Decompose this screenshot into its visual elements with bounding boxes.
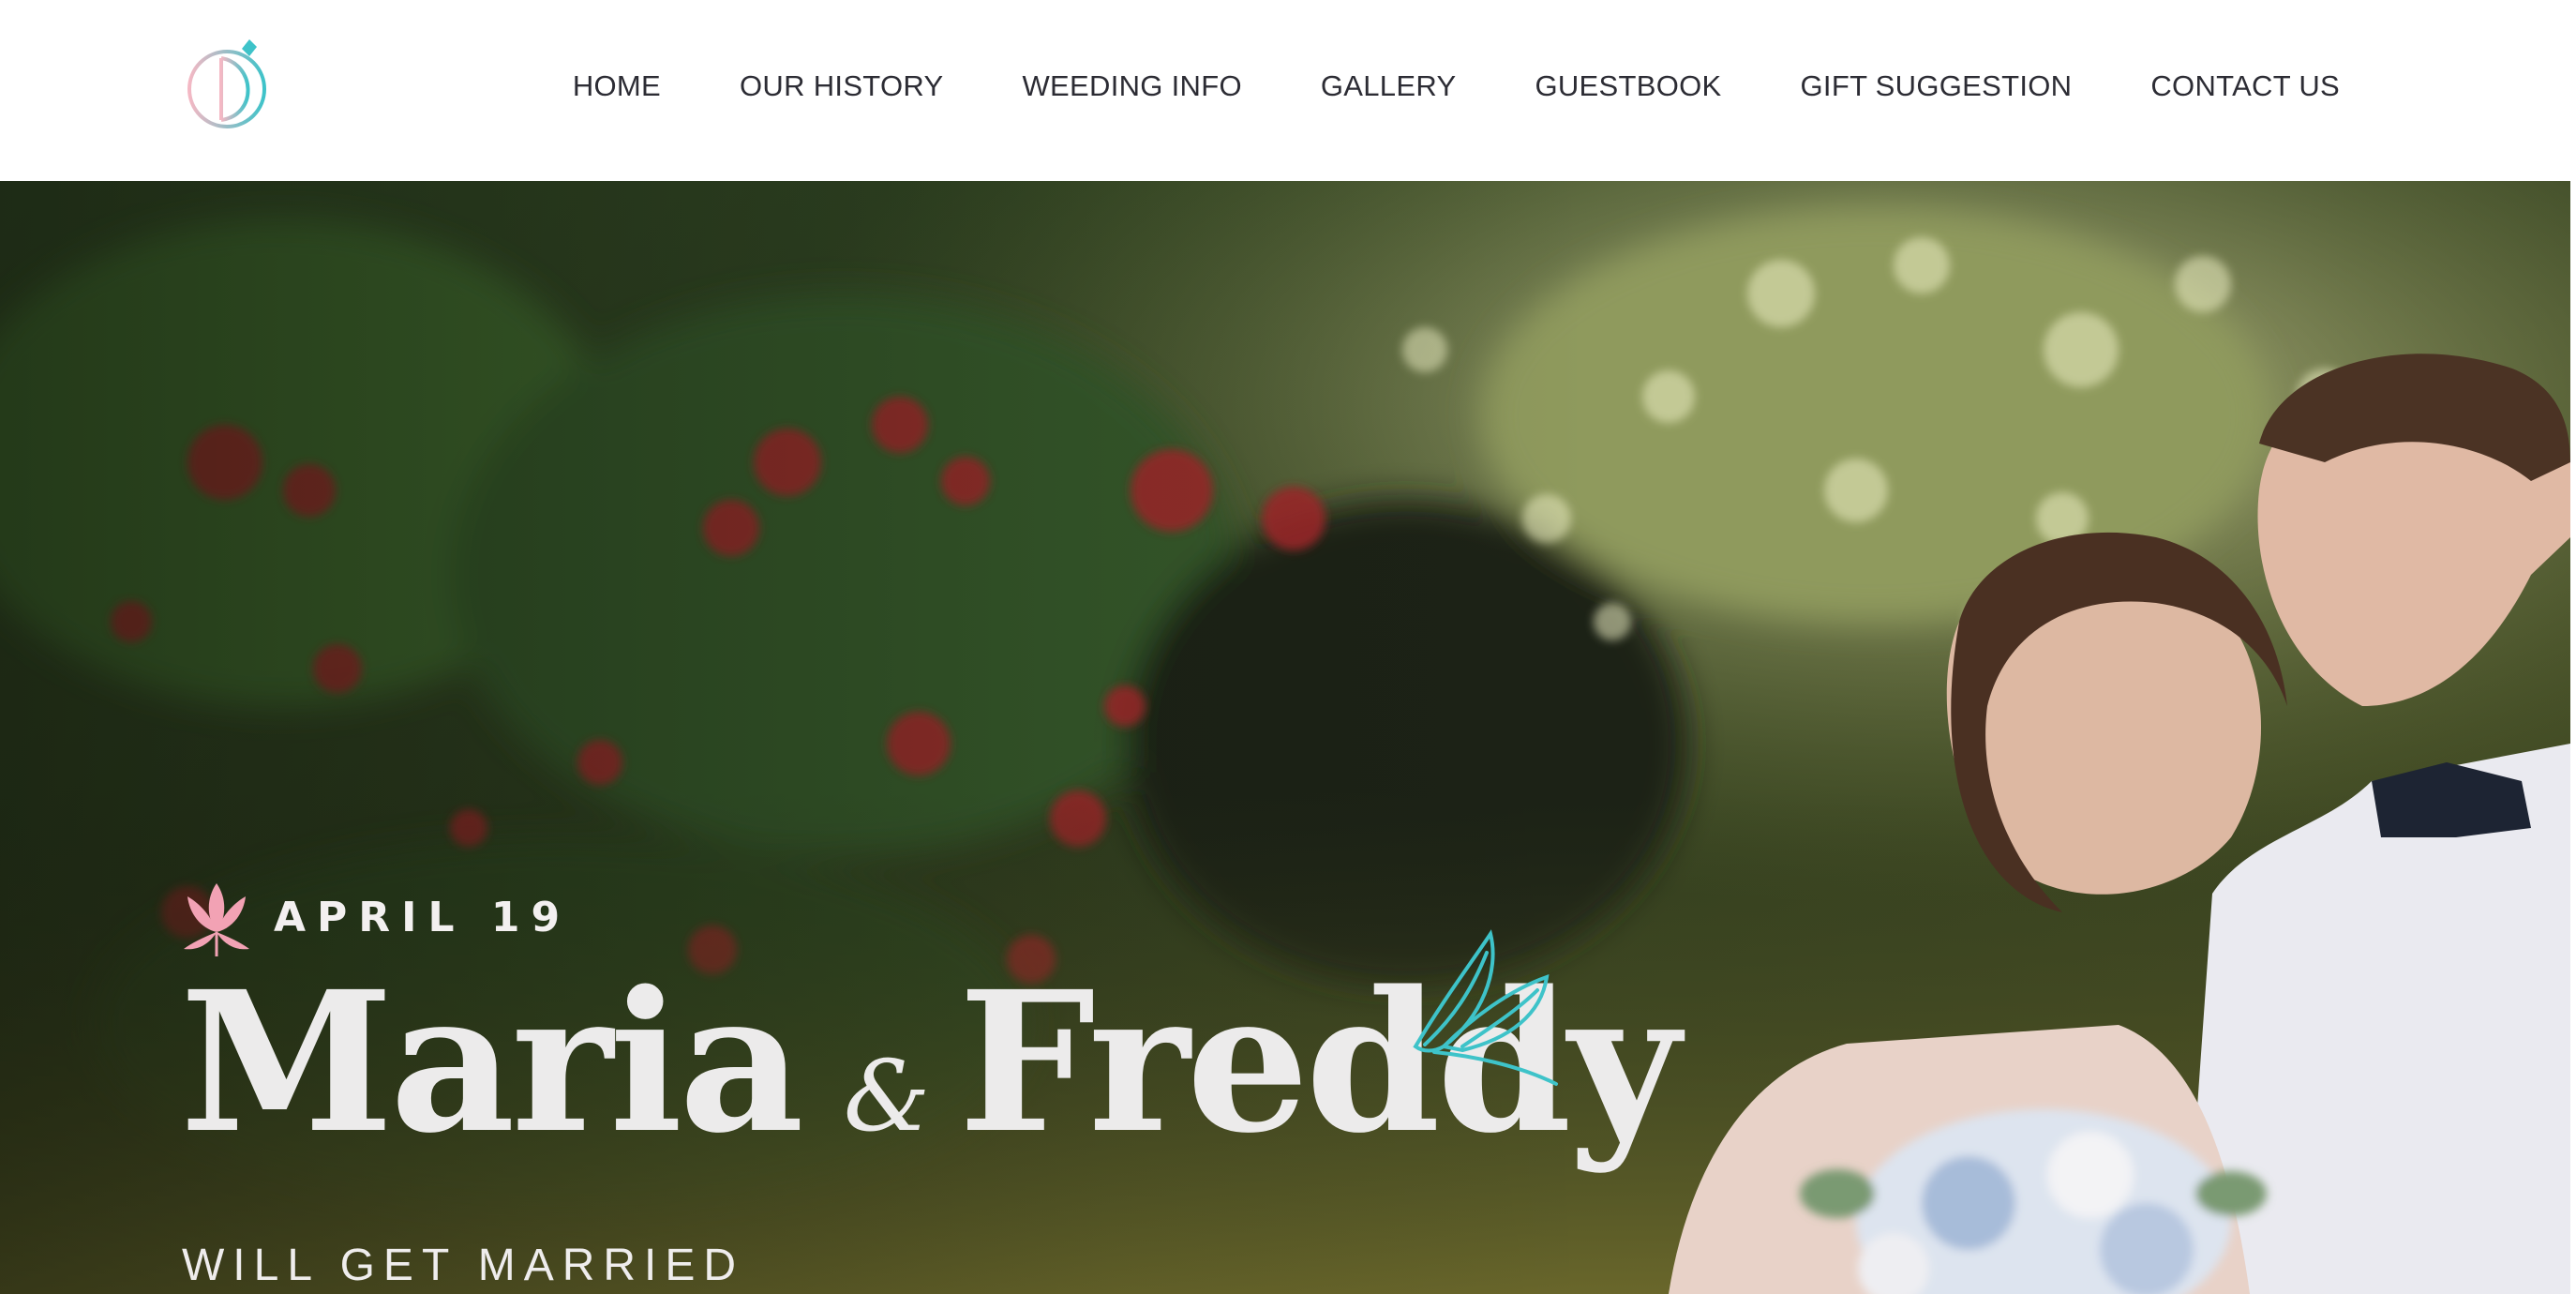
nav-our-history[interactable]: OUR HISTORY [740, 69, 943, 103]
ampersand: & [843, 1039, 931, 1153]
nav-contact-us[interactable]: CONTACT US [2150, 69, 2340, 103]
page-edge [2570, 181, 2576, 1294]
nav-guestbook[interactable]: GUESTBOOK [1535, 69, 1721, 103]
wedding-date: APRIL 19 [182, 876, 571, 958]
main-nav: HOME OUR HISTORY WEEDING INFO GALLERY GU… [573, 0, 2340, 172]
ring-monogram-icon[interactable] [184, 38, 277, 131]
nav-wedding-info[interactable]: WEEDING INFO [1023, 69, 1242, 103]
nav-home[interactable]: HOME [573, 69, 661, 103]
lotus-icon [184, 883, 249, 956]
nav-gallery[interactable]: GALLERY [1321, 69, 1457, 103]
bride-name: Maria [180, 949, 804, 1176]
site-header: HOME OUR HISTORY WEEDING INFO GALLERY GU… [0, 0, 2576, 181]
hero-subtitle: WILL GET MARRIED [182, 1241, 745, 1290]
date-text: APRIL 19 [274, 893, 572, 941]
nav-gift-suggestion[interactable]: GIFT SUGGESTION [1801, 69, 2073, 103]
leaf-icon [1413, 929, 1558, 1086]
